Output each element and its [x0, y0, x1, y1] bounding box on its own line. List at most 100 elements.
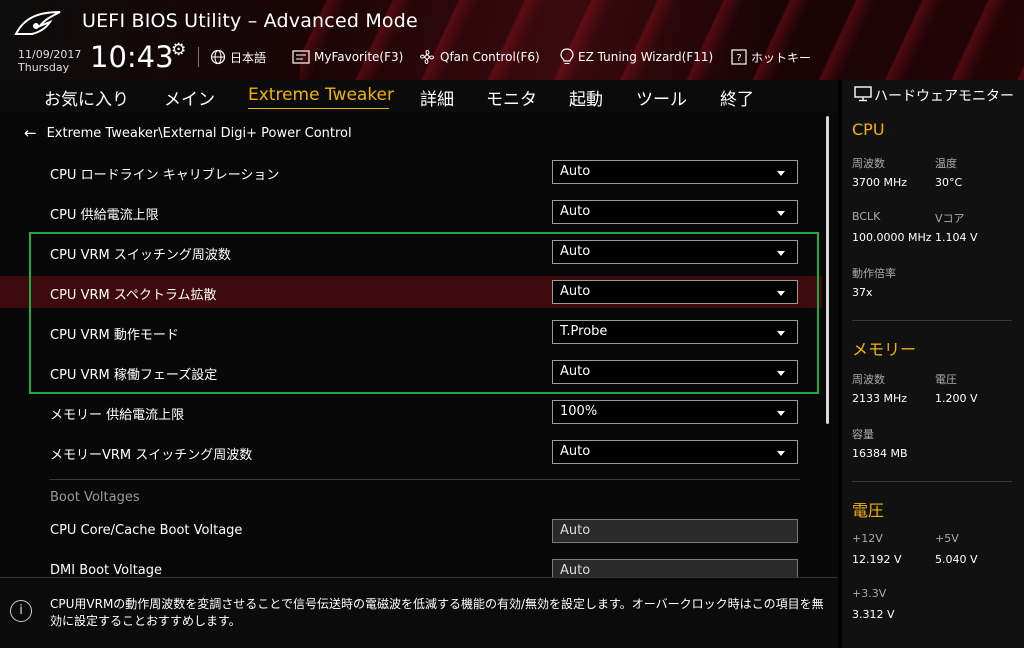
setting-label: CPU 供給電流上限 [50, 208, 159, 223]
clock-time: 10:43 [90, 40, 174, 74]
svg-text:?: ? [736, 53, 741, 64]
date-text: 11/09/2017 [18, 48, 82, 61]
hw-mem-cap-label: 容量 [852, 428, 874, 441]
breadcrumb-path: Extreme Tweaker\External Digi+ Power Con… [46, 125, 352, 141]
dropdown-value: 100% [560, 404, 598, 419]
input-value: Auto [560, 563, 591, 577]
hw-mem-volt-value: 1.200 V [935, 392, 978, 405]
hw-cpu-freq-value: 3700 MHz [852, 176, 908, 189]
globe-icon [210, 49, 226, 65]
setting-dropdown[interactable]: 100% [552, 400, 798, 424]
tab-boot[interactable]: 起動 [569, 85, 603, 110]
scrollbar[interactable] [826, 116, 829, 424]
header-separator [198, 47, 199, 67]
active-tab-underline [248, 108, 389, 109]
hotkey-icon: ? [731, 49, 747, 65]
help-bar: i CPU用VRMの動作周波数を変調させることで信号伝送時の電磁波を低減する機能… [0, 577, 838, 648]
setting-dropdown[interactable]: Auto [552, 440, 798, 464]
hw-ratio-label: 動作倍率 [852, 267, 896, 280]
tab-tool[interactable]: ツール [636, 85, 687, 110]
date-display: 11/09/2017 Thursday [18, 48, 81, 74]
dropdown-value: Auto [560, 204, 591, 219]
fan-icon [418, 48, 436, 66]
app-title: UEFI BIOS Utility – Advanced Mode [82, 10, 418, 32]
ez-tuning-button[interactable]: EZ Tuning Wizard(F11) [560, 47, 713, 67]
hw-33v-label: +3.3V [852, 587, 887, 600]
setting-dropdown[interactable]: Auto [552, 160, 798, 184]
hw-ratio-value: 37x [852, 286, 873, 299]
setting-row-cpu-loadline[interactable]: CPU ロードライン キャリブレーション Auto [0, 156, 822, 188]
hotkey-label: ホットキー [751, 50, 812, 65]
boot-voltages-heading: Boot Voltages [50, 490, 140, 505]
setting-row-cpu-current-limit[interactable]: CPU 供給電流上限 Auto [0, 196, 822, 228]
main-menu-bar: お気に入り メイン Extreme Tweaker 詳細 モニタ 起動 ツール … [0, 80, 838, 112]
bulb-icon [560, 48, 574, 66]
voltage-input[interactable]: Auto [552, 519, 798, 543]
day-text: Thursday [18, 61, 70, 74]
hw-cpu-heading: CPU [852, 120, 885, 139]
help-text: CPU用VRMの動作周波数を変調させることで信号伝送時の電磁波を低減する機能の有… [50, 597, 824, 628]
selection-highlight-box [29, 232, 819, 394]
hw-mem-volt-label: 電圧 [935, 373, 957, 386]
dropdown-caret-icon [777, 451, 785, 456]
hw-monitor-title-text: ハードウェアモニター [874, 88, 1014, 105]
hw-mem-freq-value: 2133 MHz [852, 392, 908, 405]
myfavorite-label: MyFavorite(F3) [314, 50, 404, 64]
setting-row-memory-vrm-switching-freq[interactable]: メモリーVRM スイッチング周波数 Auto [0, 436, 822, 468]
hotkey-button[interactable]: ? ホットキー [731, 47, 811, 67]
section-divider [50, 479, 800, 480]
myfavorite-button[interactable]: MyFavorite(F3) [292, 47, 403, 67]
hw-vcore-value: 1.104 V [935, 231, 978, 244]
dropdown-caret-icon [777, 411, 785, 416]
setting-label: CPU Core/Cache Boot Voltage [50, 523, 243, 538]
setting-row-memory-current-limit[interactable]: メモリー 供給電流上限 100% [0, 396, 822, 428]
tab-advanced[interactable]: 詳細 [420, 85, 454, 110]
hw-vcore-label: Vコア [935, 212, 965, 225]
hw-separator [852, 320, 1012, 321]
hw-voltage-heading: 電圧 [852, 501, 885, 520]
back-arrow-icon[interactable]: ← [24, 124, 37, 142]
favorite-icon [292, 50, 310, 64]
input-value: Auto [560, 523, 591, 538]
info-icon: i [10, 600, 32, 622]
hw-separator [852, 481, 1012, 482]
tab-extreme-tweaker[interactable]: Extreme Tweaker [248, 85, 394, 105]
settings-panel: ← Extreme Tweaker\External Digi+ Power C… [0, 112, 838, 577]
hw-12v-label: +12V [852, 532, 883, 545]
hardware-monitor-panel: ハードウェアモニター CPU 周波数 温度 3700 MHz 30°C BCLK… [838, 80, 1024, 648]
breadcrumb: ← Extreme Tweaker\External Digi+ Power C… [24, 124, 352, 142]
language-label: 日本語 [230, 50, 267, 65]
hw-mem-cap-value: 16384 MB [852, 447, 908, 460]
hw-mem-freq-label: 周波数 [852, 373, 885, 386]
dropdown-caret-icon [777, 171, 785, 176]
hw-bclk-value: 100.0000 MHz [852, 231, 932, 244]
setting-label: メモリー 供給電流上限 [50, 408, 185, 423]
qfan-control-button[interactable]: Qfan Control(F6) [418, 47, 540, 67]
hw-memory-heading: メモリー [852, 340, 917, 359]
header-bar: UEFI BIOS Utility – Advanced Mode 11/09/… [0, 0, 1024, 80]
monitor-icon [854, 86, 872, 107]
hw-bclk-label: BCLK [852, 210, 881, 223]
voltage-input[interactable]: Auto [552, 559, 798, 577]
qfan-label: Qfan Control(F6) [440, 50, 540, 64]
hw-5v-value: 5.040 V [935, 553, 978, 566]
hw-cpu-temp-label: 温度 [935, 157, 957, 170]
ez-tuning-label: EZ Tuning Wizard(F11) [578, 50, 714, 64]
tab-monitor[interactable]: モニタ [486, 85, 537, 110]
setting-row-dmi-boot-voltage[interactable]: DMI Boot Voltage Auto [0, 555, 822, 577]
tab-favorites[interactable]: お気に入り [44, 85, 129, 110]
setting-row-cpu-core-boot-voltage[interactable]: CPU Core/Cache Boot Voltage Auto [0, 515, 822, 547]
dropdown-value: Auto [560, 444, 591, 459]
setting-label: DMI Boot Voltage [50, 563, 163, 577]
setting-label: メモリーVRM スイッチング周波数 [50, 448, 253, 463]
setting-label: CPU ロードライン キャリブレーション [50, 168, 280, 183]
rog-logo-icon [14, 11, 61, 35]
clock-settings-icon[interactable]: ⚙ [171, 40, 186, 60]
hw-12v-value: 12.192 V [852, 553, 902, 566]
setting-dropdown[interactable]: Auto [552, 200, 798, 224]
language-button[interactable]: 日本語 [210, 47, 266, 67]
hw-cpu-temp-value: 30°C [935, 176, 963, 189]
tab-main[interactable]: メイン [164, 85, 215, 110]
tab-exit[interactable]: 終了 [720, 85, 754, 110]
hw-33v-value: 3.312 V [852, 608, 895, 621]
